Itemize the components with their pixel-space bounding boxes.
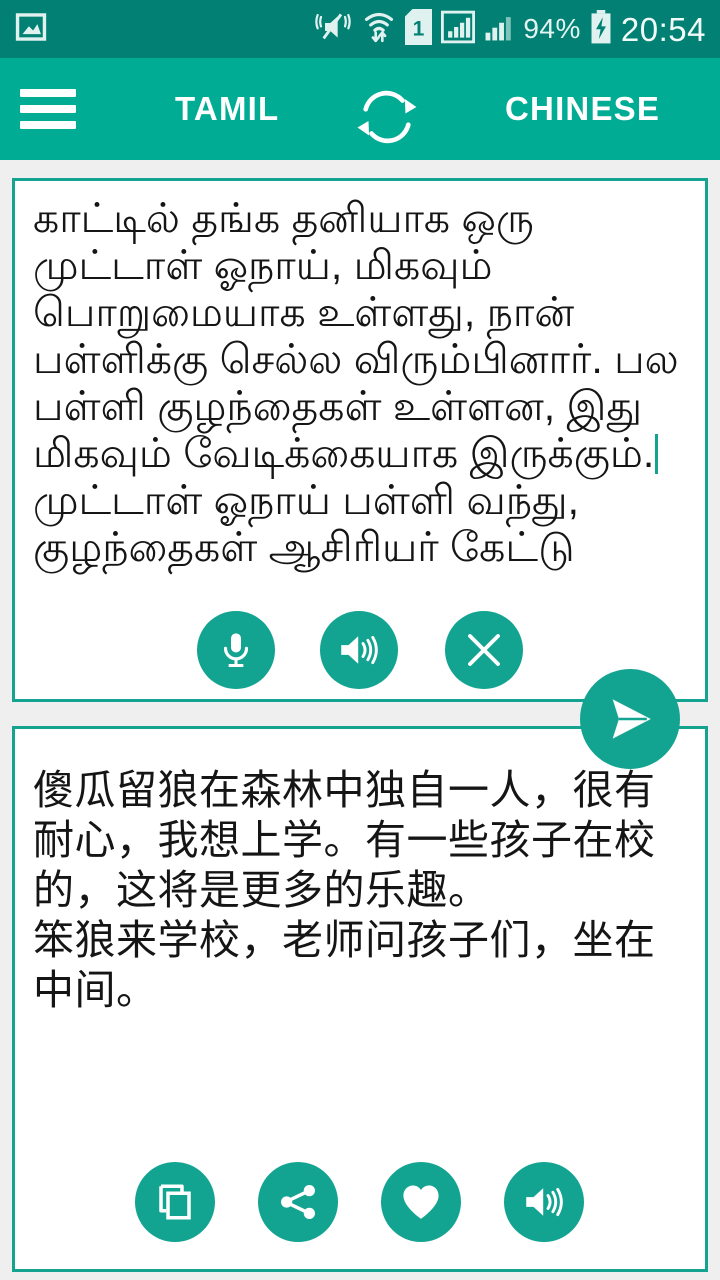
heart-icon (403, 1185, 439, 1219)
speaker-icon (341, 635, 378, 665)
speak-source-button[interactable] (320, 611, 398, 689)
swap-languages-icon[interactable] (352, 86, 422, 148)
source-text-area[interactable]: காட்டில் தங்க தனியாக ஒரு முட்டாள் ஓநாய்,… (33, 195, 695, 571)
share-icon (281, 1185, 315, 1219)
status-bar-indicators: 1 94% 20:54 (313, 8, 706, 50)
source-text-overflow: முட்டாள் ஓநாய் பள்ளி வந்து, குழந்தைகள் ஆ… (33, 477, 591, 570)
signal-bars-sim1-icon (441, 10, 476, 49)
favorite-button[interactable] (381, 1162, 461, 1242)
voice-input-button[interactable] (197, 611, 275, 689)
wifi-transfer-icon (362, 9, 396, 50)
vibrate-mute-icon (313, 10, 353, 49)
send-paper-plane-icon (612, 698, 652, 740)
svg-text:1: 1 (413, 17, 425, 40)
sim-1-icon: 1 (405, 8, 433, 50)
speaker-icon (526, 1187, 563, 1217)
share-button[interactable] (258, 1162, 338, 1242)
microphone-icon (223, 633, 249, 667)
status-bar: 1 94% 20:54 (0, 0, 720, 58)
target-text: 傻瓜留狼在森林中独自一人，很有耐心，我想上学。有一些孩子在校的，这将是更多的乐趣… (33, 767, 656, 1013)
close-x-icon (468, 634, 500, 666)
target-actions-row (0, 1162, 720, 1242)
source-text: காட்டில் தங்க தனியாக ஒரு முட்டாள் ஓநாய்,… (33, 195, 691, 476)
app-screen: 1 94% 20:54 TAMIL CHINESE காட்டில் தங்க … (0, 0, 720, 1280)
battery-charging-icon (590, 9, 612, 49)
status-bar-clock: 20:54 (620, 10, 706, 48)
clear-text-button[interactable] (445, 611, 523, 689)
status-bar-notifications (14, 10, 48, 49)
target-language-button[interactable]: CHINESE (505, 90, 660, 128)
speak-target-button[interactable] (504, 1162, 584, 1242)
signal-bars-sim2-icon (484, 10, 514, 49)
copy-button[interactable] (135, 1162, 215, 1242)
battery-percent-label: 94% (523, 13, 581, 44)
screenshot-image-icon (14, 10, 48, 49)
source-language-button[interactable]: TAMIL (175, 90, 279, 128)
translate-send-button[interactable] (580, 669, 680, 769)
app-bar: TAMIL CHINESE (0, 58, 720, 160)
text-caret (655, 434, 659, 474)
hamburger-menu-icon[interactable] (20, 89, 76, 129)
copy-icon (159, 1184, 191, 1220)
